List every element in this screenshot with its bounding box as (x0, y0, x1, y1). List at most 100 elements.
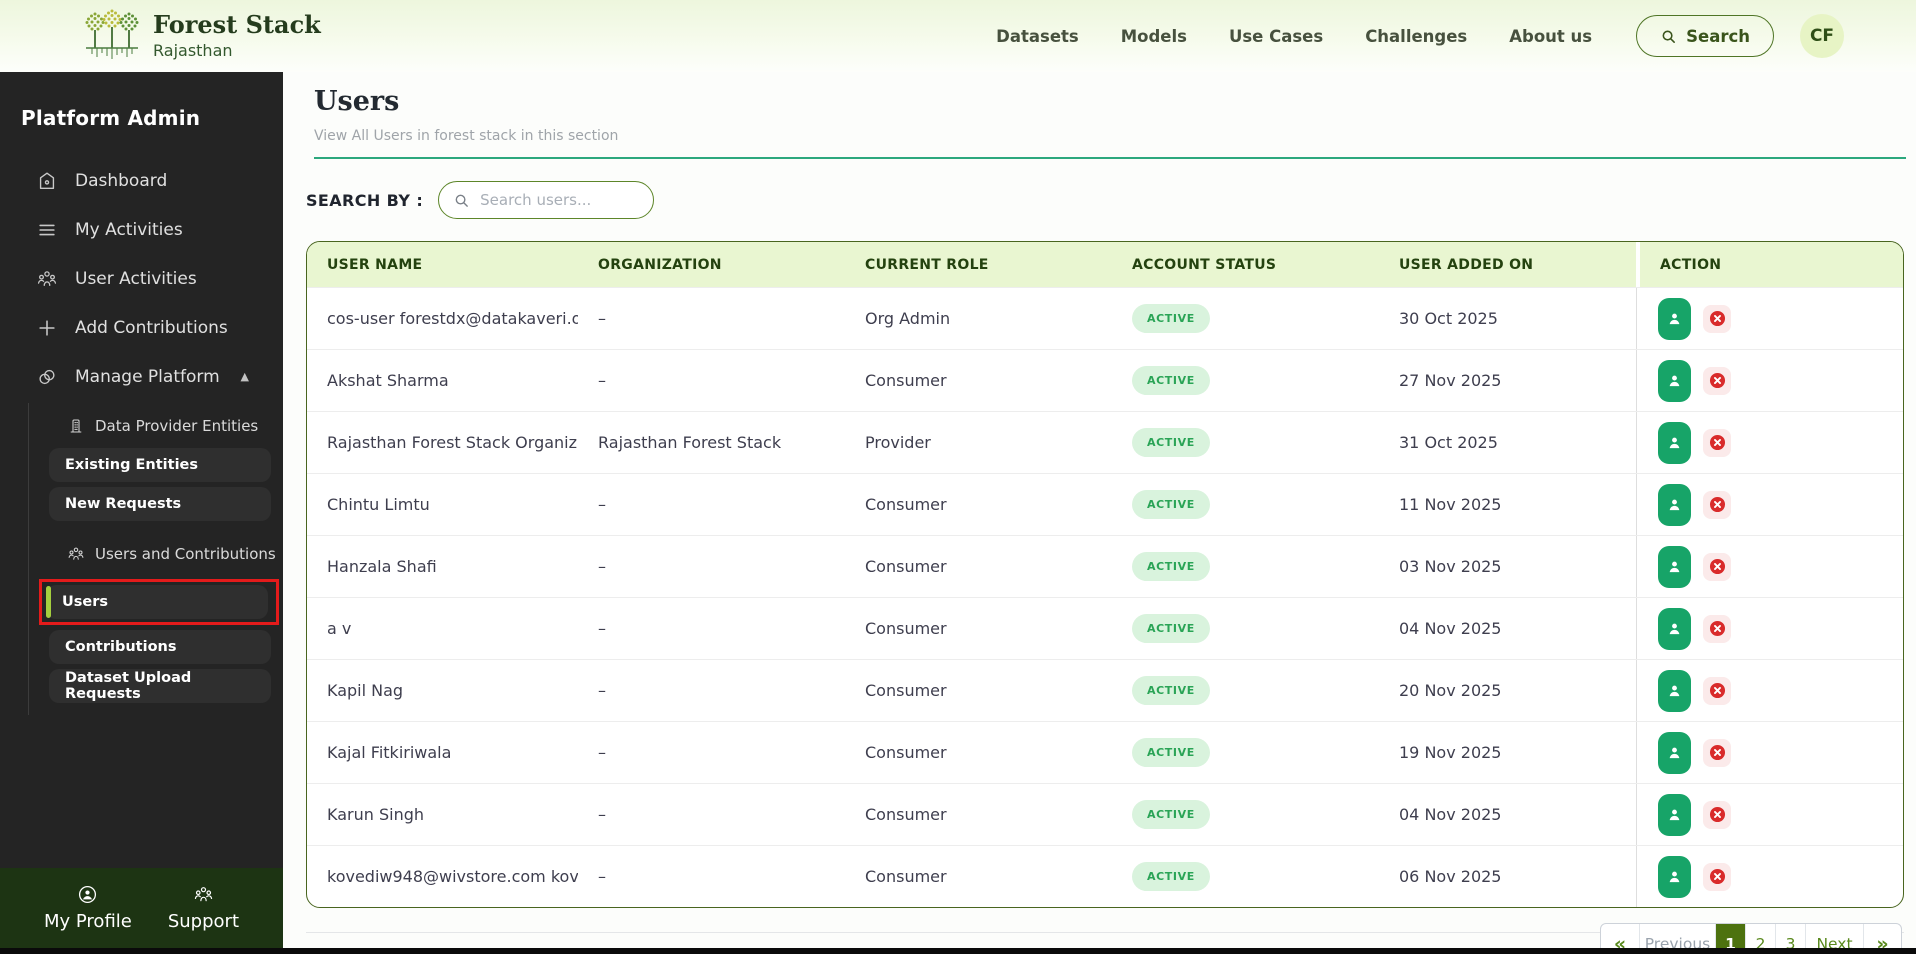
col-action: ACTION (1636, 242, 1903, 287)
forest-stack-logo-icon (84, 7, 140, 65)
view-user-button[interactable] (1658, 607, 1691, 650)
deactivate-user-button[interactable] (1703, 614, 1731, 643)
action-cell (1636, 846, 1903, 907)
table-row[interactable]: a v – Consumer ACTIVE 04 Nov 2025 (307, 597, 1903, 659)
user-avatar[interactable]: CF (1800, 14, 1844, 58)
users-table: USER NAME ORGANIZATION CURRENT ROLE ACCO… (306, 241, 1904, 908)
deactivate-user-button[interactable] (1703, 366, 1731, 395)
header-search-button[interactable]: Search (1636, 15, 1774, 57)
x-circle-icon (1708, 371, 1727, 390)
current-role-cell: Consumer (865, 371, 947, 390)
view-user-button[interactable] (1658, 421, 1691, 464)
brand[interactable]: Forest Stack Rajasthan (84, 7, 321, 65)
status-badge: ACTIVE (1132, 676, 1210, 705)
person-icon (1666, 434, 1683, 451)
sidebar-item-user-activities[interactable]: User Activities (0, 254, 283, 303)
deactivate-user-button[interactable] (1703, 552, 1731, 581)
sidebar-item-dashboard[interactable]: Dashboard (0, 156, 283, 205)
current-role-cell: Consumer (865, 743, 947, 762)
view-user-button[interactable] (1658, 483, 1691, 526)
x-circle-icon (1708, 681, 1727, 700)
view-user-button[interactable] (1658, 545, 1691, 588)
submenu-item-existing-entities[interactable]: Existing Entities (49, 448, 271, 482)
nav-about-us[interactable]: About us (1509, 27, 1592, 46)
view-user-button[interactable] (1658, 793, 1691, 836)
table-row[interactable]: Chintu Limtu – Consumer ACTIVE 11 Nov 20… (307, 473, 1903, 535)
col-account-status: ACCOUNT STATUS (1132, 256, 1277, 273)
search-by-label: SEARCH BY : (306, 190, 424, 210)
my-profile-button[interactable]: My Profile (44, 884, 132, 932)
submenu-data-provider-entities[interactable]: Data Provider Entities (29, 409, 283, 443)
users-group-icon (193, 884, 214, 905)
sidebar-item-add-contributions[interactable]: Add Contributions (0, 303, 283, 352)
submenu-item-dataset-upload-requests[interactable]: Dataset Upload Requests (49, 669, 271, 703)
deactivate-user-button[interactable] (1703, 738, 1731, 767)
organization-cell: – (598, 619, 606, 638)
action-cell (1636, 474, 1903, 535)
sidebar-item-label: Dashboard (75, 170, 168, 191)
plus-icon (36, 317, 58, 339)
person-icon (1666, 496, 1683, 513)
table-row[interactable]: Akshat Sharma – Consumer ACTIVE 27 Nov 2… (307, 349, 1903, 411)
table-row[interactable]: Rajasthan Forest Stack Organiza… Rajasth… (307, 411, 1903, 473)
table-row[interactable]: kovediw948@wivstore.com kove… – Consumer… (307, 845, 1903, 907)
users-search-box[interactable] (438, 181, 655, 219)
view-user-button[interactable] (1658, 297, 1691, 340)
table-row[interactable]: Karun Singh – Consumer ACTIVE 04 Nov 202… (307, 783, 1903, 845)
submenu-item-new-requests[interactable]: New Requests (49, 487, 271, 521)
current-role-cell: Consumer (865, 495, 947, 514)
deactivate-user-button[interactable] (1703, 676, 1731, 705)
deactivate-user-button[interactable] (1703, 800, 1731, 829)
organization-cell: – (598, 867, 606, 886)
x-circle-icon (1708, 495, 1727, 514)
sidebar-item-label: Manage Platform (75, 366, 220, 387)
table-row[interactable]: cos-user forestdx@datakaveri.o… – Org Ad… (307, 287, 1903, 349)
table-body: cos-user forestdx@datakaveri.o… – Org Ad… (307, 287, 1903, 907)
current-role-cell: Org Admin (865, 309, 951, 328)
deactivate-user-button[interactable] (1703, 490, 1731, 519)
sidebar-item-manage-platform[interactable]: Manage Platform ▲ (0, 352, 283, 401)
view-user-button[interactable] (1658, 731, 1691, 774)
x-circle-icon (1708, 433, 1727, 452)
table-row[interactable]: Kapil Nag – Consumer ACTIVE 20 Nov 2025 (307, 659, 1903, 721)
current-role-cell: Consumer (865, 619, 947, 638)
page-head: Users View All Users in forest stack in … (314, 86, 1906, 159)
submenu-item-users-active[interactable]: Users (46, 585, 268, 619)
search-icon (1660, 28, 1677, 45)
nav-models[interactable]: Models (1121, 27, 1187, 46)
user-added-on-cell: 06 Nov 2025 (1399, 867, 1502, 886)
users-search-input[interactable] (478, 190, 642, 210)
deactivate-user-button[interactable] (1703, 304, 1731, 333)
action-cell (1636, 350, 1903, 411)
page-subtitle: View All Users in forest stack in this s… (314, 128, 619, 144)
action-cell (1636, 536, 1903, 597)
status-badge: ACTIVE (1132, 428, 1210, 457)
view-user-button[interactable] (1658, 669, 1691, 712)
account-status-cell: ACTIVE (1112, 598, 1379, 659)
person-icon (1666, 744, 1683, 761)
nav-datasets[interactable]: Datasets (996, 27, 1079, 46)
deactivate-user-button[interactable] (1703, 862, 1731, 891)
user-name-cell: Kapil Nag (327, 681, 404, 700)
submenu-section-label: Users and Contributions (95, 545, 276, 563)
view-user-button[interactable] (1658, 855, 1691, 898)
sidebar-item-my-activities[interactable]: My Activities (0, 205, 283, 254)
current-role-cell: Consumer (865, 681, 947, 700)
person-icon (1666, 620, 1683, 637)
submenu-item-contributions[interactable]: Contributions (49, 630, 271, 664)
search-row: SEARCH BY : (306, 181, 1904, 219)
support-button[interactable]: Support (168, 884, 239, 932)
organization-cell: – (598, 681, 606, 700)
status-badge: ACTIVE (1132, 552, 1210, 581)
deactivate-user-button[interactable] (1703, 428, 1731, 457)
view-user-button[interactable] (1658, 359, 1691, 402)
main-content: Users View All Users in forest stack in … (283, 72, 1916, 954)
submenu-users-and-contributions[interactable]: Users and Contributions (29, 537, 283, 571)
table-row[interactable]: Hanzala Shafi – Consumer ACTIVE 03 Nov 2… (307, 535, 1903, 597)
nav-use-cases[interactable]: Use Cases (1229, 27, 1323, 46)
nav-challenges[interactable]: Challenges (1365, 27, 1467, 46)
user-name-cell: kovediw948@wivstore.com kove… (327, 867, 578, 886)
person-icon (1666, 806, 1683, 823)
page-title: Users (314, 86, 400, 117)
table-row[interactable]: Kajal Fitkiriwala – Consumer ACTIVE 19 N… (307, 721, 1903, 783)
